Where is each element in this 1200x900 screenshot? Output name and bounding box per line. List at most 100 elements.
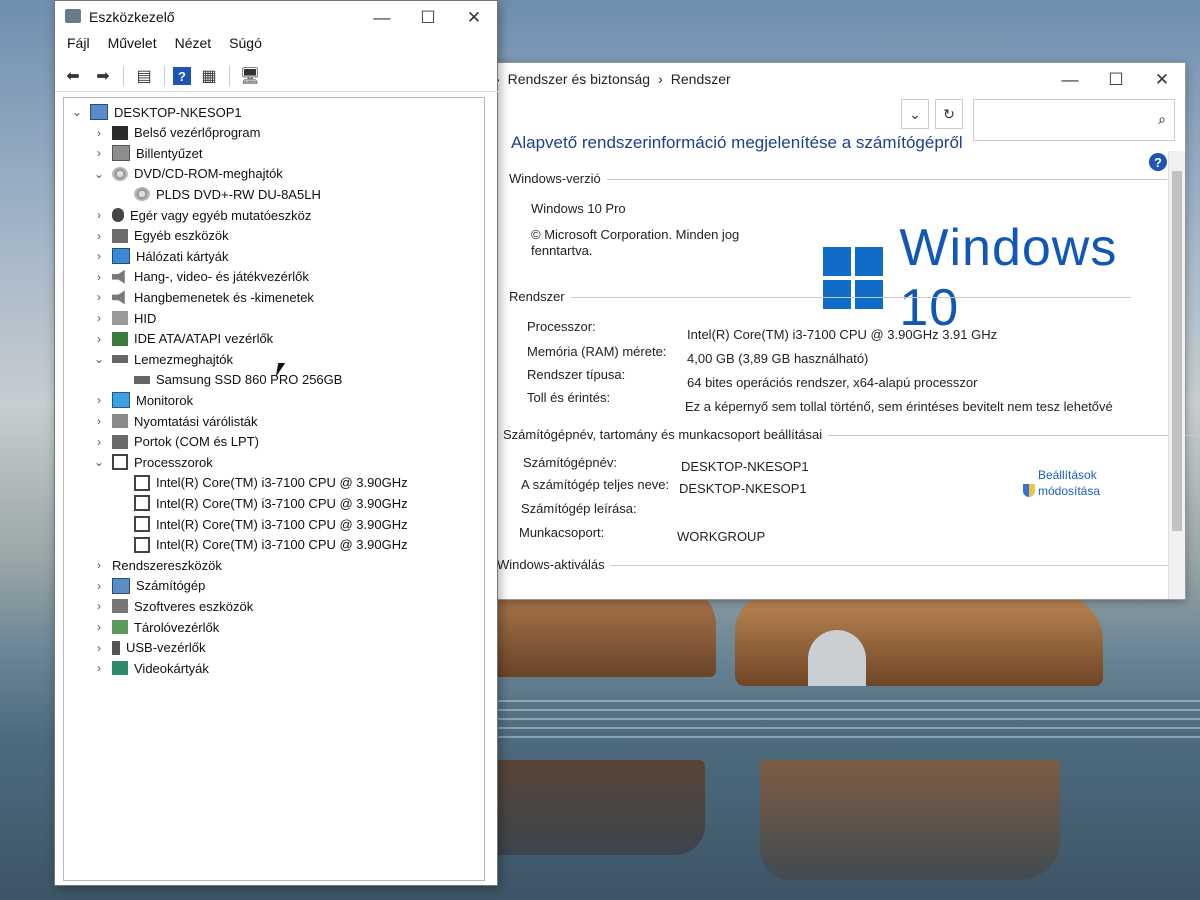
scan-hardware-icon[interactable]: 🖥: [238, 65, 262, 87]
tree-device[interactable]: Intel(R) Core(TM) i3-7100 CPU @ 3.90GHz: [114, 535, 408, 555]
chevron-right-icon[interactable]: ›: [92, 599, 106, 613]
chevron-right-icon[interactable]: ›: [92, 270, 106, 284]
tree-item-label: Belső vezérlőprogram: [134, 125, 261, 141]
storage-icon: [112, 620, 128, 634]
network-icon: [112, 248, 130, 265]
chevron-right-icon[interactable]: ›: [92, 620, 106, 634]
breadcrumb-item-system[interactable]: Rendszer: [671, 71, 731, 87]
vertical-scrollbar[interactable]: [1168, 151, 1185, 599]
tree-category[interactable]: › USB-vezérlők: [92, 638, 205, 658]
tree-category[interactable]: ⌄ Processzorok: [92, 452, 213, 472]
tree-category[interactable]: › Szoftveres eszközök: [92, 596, 253, 616]
system-label-ram: Memória (RAM) mérete:: [527, 344, 667, 359]
tree-item-label: Szoftveres eszközök: [134, 598, 254, 614]
tree-category[interactable]: › Hangbemenetek és -kimenetek: [92, 287, 314, 307]
chevron-right-icon[interactable]: ›: [92, 249, 106, 263]
computer-label-full-name: A számítógép teljes neve:: [521, 477, 670, 492]
chevron-right-icon[interactable]: ›: [92, 579, 106, 593]
address-bar[interactable]: › Rendszer és biztonság › Rendszer: [495, 71, 731, 87]
chevron-right-icon[interactable]: ›: [92, 414, 106, 428]
tree-category[interactable]: › Tárolóvezérlők: [92, 617, 219, 637]
tree-device[interactable]: Intel(R) Core(TM) i3-7100 CPU @ 3.90GHz: [114, 473, 408, 493]
wallpaper-reflection-right: [760, 760, 1060, 880]
forward-arrow-icon[interactable]: ➡: [91, 65, 115, 87]
chevron-down-icon[interactable]: ⌄: [70, 105, 84, 119]
chevron-right-icon[interactable]: ›: [92, 393, 106, 407]
back-arrow-icon[interactable]: ⬅: [61, 65, 85, 87]
search-input[interactable]: ⌕: [973, 99, 1175, 141]
tree-category[interactable]: › Hálózati kártyák: [92, 246, 228, 266]
tree-root[interactable]: ⌄ DESKTOP-NKESOP1: [70, 102, 242, 122]
menu-action[interactable]: Művelet: [108, 35, 157, 59]
maximize-button[interactable]: ☐: [405, 1, 451, 35]
tree-category[interactable]: › Nyomtatási várólisták: [92, 411, 258, 431]
scrollbar-thumb[interactable]: [1172, 171, 1182, 531]
chevron-right-icon[interactable]: ›: [92, 290, 106, 304]
chevron-down-icon[interactable]: ⌄: [92, 167, 106, 181]
change-settings-link[interactable]: Beállítások módosítása: [1023, 467, 1108, 499]
help-icon[interactable]: ?: [173, 67, 191, 85]
tree-item-label: Intel(R) Core(TM) i3-7100 CPU @ 3.90GHz: [156, 495, 408, 511]
tree-category[interactable]: › Egyéb eszközök: [92, 226, 229, 246]
page-title: Alapvető rendszerinformáció megjelenítés…: [511, 133, 963, 152]
tree-device[interactable]: Intel(R) Core(TM) i3-7100 CPU @ 3.90GHz: [114, 514, 408, 534]
minimize-button[interactable]: —: [359, 1, 405, 35]
software-device-icon: [112, 599, 128, 614]
chevron-right-icon[interactable]: ›: [92, 641, 106, 655]
tree-device[interactable]: Intel(R) Core(TM) i3-7100 CPU @ 3.90GHz: [114, 493, 408, 513]
chevron-right-icon[interactable]: ›: [92, 558, 106, 572]
chevron-right-icon[interactable]: ›: [92, 126, 106, 140]
disc-icon: [112, 166, 128, 181]
tree-device[interactable]: PLDS DVD+-RW DU-8A5LH: [114, 184, 321, 204]
tree-category[interactable]: › Monitorok: [92, 390, 193, 410]
tree-item-label: Hálózati kártyák: [136, 248, 229, 264]
tree-device[interactable]: Samsung SSD 860 PRO 256GB: [114, 370, 342, 390]
menu-file[interactable]: Fájl: [67, 35, 90, 59]
chevron-right-icon[interactable]: ›: [92, 208, 106, 222]
chevron-down-icon[interactable]: ⌄: [92, 352, 106, 366]
chevron-right-icon[interactable]: ›: [92, 311, 106, 325]
disk-icon: [134, 375, 150, 384]
chevron-right-icon[interactable]: ›: [92, 332, 106, 346]
device-manager-title: Eszközkezelő: [89, 9, 175, 25]
device-manager-titlebar[interactable]: Eszközkezelő — ☐ ✕: [55, 1, 497, 33]
cpu-icon: [134, 536, 150, 553]
chevron-down-icon[interactable]: ⌄: [92, 455, 106, 469]
computer-label-name: Számítógépnév:: [523, 455, 617, 470]
properties-icon[interactable]: ▤: [132, 65, 156, 87]
tree-category[interactable]: › HID: [92, 308, 156, 328]
chevron-right-icon[interactable]: ›: [92, 146, 106, 160]
sound-icon: [112, 269, 125, 284]
close-button[interactable]: ✕: [1139, 63, 1185, 97]
tree-category[interactable]: › Hang-, video- és játékvezérlők: [92, 267, 309, 287]
refresh-icon[interactable]: ↻: [935, 99, 963, 129]
chevron-right-icon[interactable]: ›: [92, 229, 106, 243]
tree-category[interactable]: › Számítógép: [92, 576, 205, 596]
tree-category[interactable]: › IDE ATA/ATAPI vezérlők: [92, 329, 273, 349]
chevron-down-icon[interactable]: ⌄: [901, 99, 929, 129]
minimize-button[interactable]: —: [1047, 63, 1093, 97]
tree-item-label: Intel(R) Core(TM) i3-7100 CPU @ 3.90GHz: [156, 516, 408, 532]
tree-category[interactable]: › Rendszereszközök: [92, 555, 222, 575]
menu-view[interactable]: Nézet: [175, 35, 212, 59]
ide-icon: [112, 331, 128, 346]
mouse-icon: [112, 208, 124, 222]
tree-category[interactable]: › Egér vagy egyéb mutatóeszköz: [92, 205, 311, 225]
tree-category[interactable]: › Belső vezérlőprogram: [92, 123, 260, 143]
chevron-right-icon[interactable]: ›: [92, 435, 106, 449]
help-icon[interactable]: ?: [1149, 153, 1167, 171]
tree-category[interactable]: › Videokártyák: [92, 658, 209, 678]
chevron-right-icon[interactable]: ›: [92, 661, 106, 675]
menu-help[interactable]: Súgó: [229, 35, 262, 59]
tree-category[interactable]: › Portok (COM és LPT): [92, 432, 259, 452]
breadcrumb-item-security[interactable]: Rendszer és biztonság: [508, 71, 650, 87]
system-value-ram: 4,00 GB (3,89 GB használható): [687, 351, 869, 366]
close-button[interactable]: ✕: [451, 1, 497, 35]
tree-category[interactable]: ⌄ DVD/CD-ROM-meghajtók: [92, 164, 283, 184]
device-tree[interactable]: ⌄ DESKTOP-NKESOP1 › Belső vezérlőprogram › Bi…: [63, 97, 485, 881]
tree-category[interactable]: ⌄ Lemezmeghajtók: [92, 349, 233, 369]
tree-category[interactable]: › Billentyűzet: [92, 143, 202, 163]
view-icon[interactable]: ▦: [197, 65, 221, 87]
gpu-icon: [112, 661, 128, 676]
maximize-button[interactable]: ☐: [1093, 63, 1139, 97]
